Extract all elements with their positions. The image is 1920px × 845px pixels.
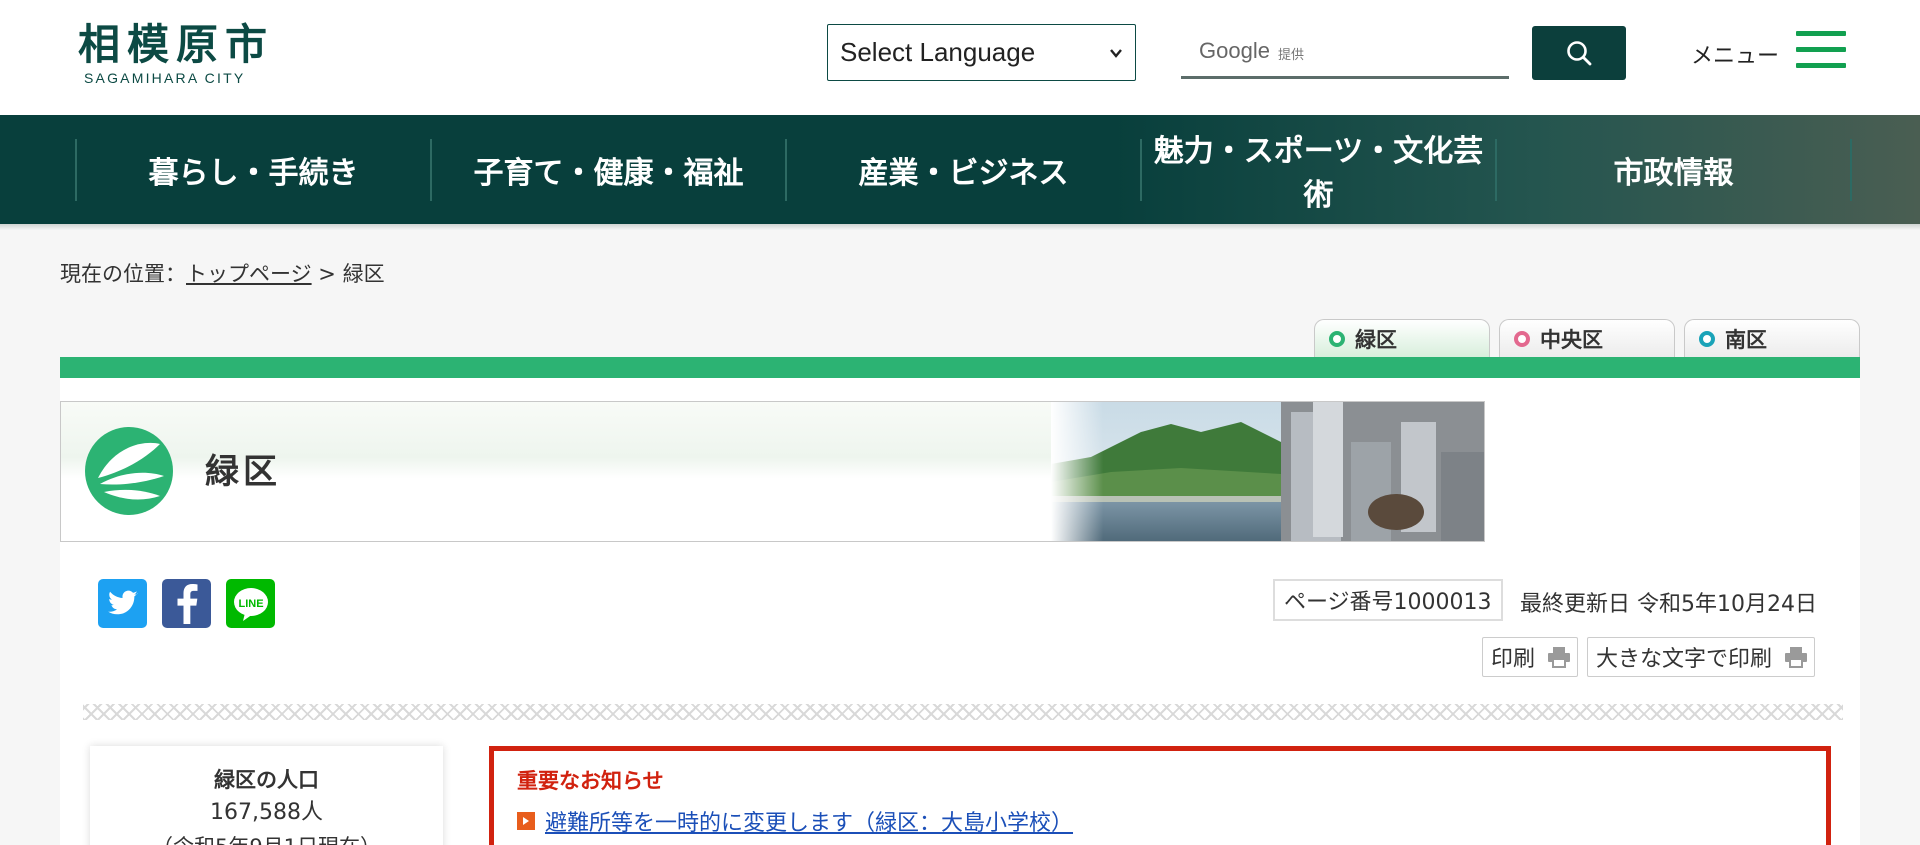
nav-item-childcare[interactable]: 子育て・健康・福祉 [432,148,785,192]
logo-japanese: 相模原市 [78,20,275,69]
printer-icon [1785,647,1808,668]
important-notice: 重要なお知らせ 避難所等を一時的に変更します（緑区：大島小学校） [489,746,1831,845]
notice-item: 避難所等を一時的に変更します（緑区：大島小学校） [517,805,1803,837]
share-buttons: LINE [98,579,275,628]
chevron-down-icon [1110,48,1122,58]
logo-english: SAGAMIHARA CITY [84,70,246,86]
section-divider [83,704,1843,720]
breadcrumb-separator: > [318,262,336,286]
ward-dot-icon [1699,330,1715,347]
menu-label[interactable]: メニュー [1691,38,1779,70]
tab-minami[interactable]: 南区 [1684,319,1860,357]
last-updated: 最終更新日 令和5年10月24日 [1520,592,1817,617]
nav-separator [1850,138,1852,201]
nav-item-municipal[interactable]: 市政情報 [1497,148,1850,192]
facebook-icon[interactable] [162,579,211,628]
banner-title: 緑区 [205,452,281,492]
print-large-button[interactable]: 大きな文字で印刷 [1587,637,1816,677]
tab-midori[interactable]: 緑区 [1314,319,1490,357]
ward-dot-icon [1329,330,1345,347]
global-nav: 暮らし・手続き 子育て・健康・福祉 産業・ビジネス 魅力・スポーツ・文化芸術 市… [0,115,1920,224]
search-button[interactable] [1532,26,1626,80]
google-provided-label: 提供 [1277,47,1304,63]
print-button-label: 印刷 [1491,647,1536,672]
midori-ward-emblem-icon [85,427,173,515]
population-date: （令和5年9月1日現在） [90,830,443,845]
ward-banner: 緑区 [60,401,1485,542]
city-logo[interactable]: 相模原市 SAGAMIHARA CITY [78,20,275,87]
tab-label: 中央区 [1540,327,1603,352]
page-number: ページ番号1000013 [1273,579,1503,621]
line-icon-label: LINE [238,598,263,610]
google-label: Google [1199,38,1270,63]
tab-label: 緑区 [1355,327,1397,352]
line-icon[interactable]: LINE [226,579,275,628]
breadcrumb-current: 緑区 [342,262,385,286]
language-select-value: Select Language [840,37,1036,67]
breadcrumb-home-link[interactable]: トップページ [186,262,312,286]
arrow-bullet-icon [517,812,535,830]
search-icon [1567,41,1592,66]
nav-item-culture[interactable]: 魅力・スポーツ・文化芸術 [1142,126,1495,214]
language-select[interactable]: Select Language [827,24,1136,81]
ward-accent-bar [60,357,1860,378]
tab-chuo[interactable]: 中央区 [1499,319,1675,357]
ward-dot-icon [1514,330,1530,347]
population-value: 167,588人 [210,800,323,825]
population-card: 緑区の人口 167,588人 （令和5年9月1日現在） [90,746,443,845]
nav-shadow [0,224,1920,230]
site-header: 相模原市 SAGAMIHARA CITY Select Language Goo… [0,0,1920,115]
hamburger-menu-icon[interactable] [1796,31,1846,71]
notice-link[interactable]: 避難所等を一時的に変更します（緑区：大島小学校） [545,805,1073,837]
breadcrumb-prefix: 現在の位置： [60,262,186,286]
search-input[interactable]: Google 提供 [1181,26,1509,79]
main-content: 緑区 LINE ページ番号1000013 最終更新日 令和5年10月24日 印刷… [60,378,1860,845]
printer-icon [1548,647,1571,668]
notice-title: 重要なお知らせ [517,769,664,793]
population-title: 緑区の人口 [214,768,319,792]
print-large-button-label: 大きな文字で印刷 [1596,647,1773,672]
ward-tabs: 緑区 中央区 南区 [1314,319,1860,357]
print-button[interactable]: 印刷 [1482,637,1579,677]
nav-item-living[interactable]: 暮らし・手続き [77,148,430,192]
breadcrumb: 現在の位置：トップページ > 緑区 [60,258,385,288]
tab-label: 南区 [1725,327,1767,352]
twitter-icon[interactable] [98,579,147,628]
nav-item-business[interactable]: 産業・ビジネス [787,148,1140,192]
banner-photo [1051,402,1484,541]
